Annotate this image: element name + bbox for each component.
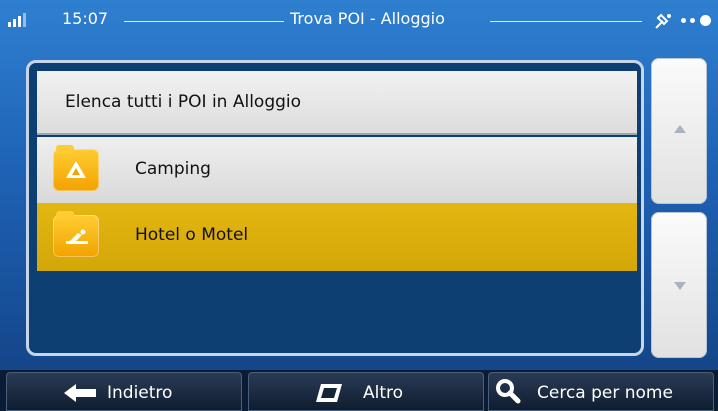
scroll-down-button[interactable] [651, 212, 707, 358]
hotel-bed-icon [53, 211, 99, 257]
back-button[interactable]: Indietro [6, 372, 242, 411]
status-indicators [653, 6, 715, 36]
arrow-left-icon [64, 384, 96, 402]
scroll-up-button[interactable] [651, 58, 707, 204]
gps-satellite-icon [655, 13, 671, 29]
more-label: Altro [363, 383, 404, 403]
status-divider-right [490, 21, 642, 22]
more-icon [316, 384, 342, 402]
search-icon [496, 379, 521, 404]
camping-tent-icon [53, 145, 99, 191]
more-button[interactable]: Altro [248, 372, 484, 411]
poi-list: Elenca tutti i POI in Alloggio Camping H… [26, 60, 644, 356]
status-time: 15:07 [62, 9, 109, 28]
connection-dot-icon [690, 18, 695, 23]
list-item-hotel-selected[interactable]: Hotel o Motel [37, 203, 637, 271]
scroll-down-arrow-icon [674, 282, 686, 290]
status-divider-left [124, 21, 284, 22]
bottom-bar: Indietro Altro Cerca per nome [0, 370, 718, 411]
list-all-poi-label: Elenca tutti i POI in Alloggio [65, 92, 302, 112]
scroll-up-arrow-icon [674, 125, 686, 133]
connection-dots-icon [700, 15, 711, 26]
list-item-camping[interactable]: Camping [37, 137, 637, 203]
list-item-label: Hotel o Motel [135, 225, 249, 245]
signal-icon [8, 13, 54, 27]
search-by-name-button[interactable]: Cerca per nome [488, 372, 714, 411]
page-title: Trova POI - Alloggio [290, 9, 445, 28]
list-item-label: Camping [135, 159, 211, 179]
search-by-name-label: Cerca per nome [537, 383, 673, 403]
back-label: Indietro [107, 383, 173, 403]
connection-dot-icon [681, 18, 686, 23]
list-all-poi-row[interactable]: Elenca tutti i POI in Alloggio [37, 71, 637, 135]
status-bar: 15:07 Trova POI - Alloggio [0, 0, 718, 42]
